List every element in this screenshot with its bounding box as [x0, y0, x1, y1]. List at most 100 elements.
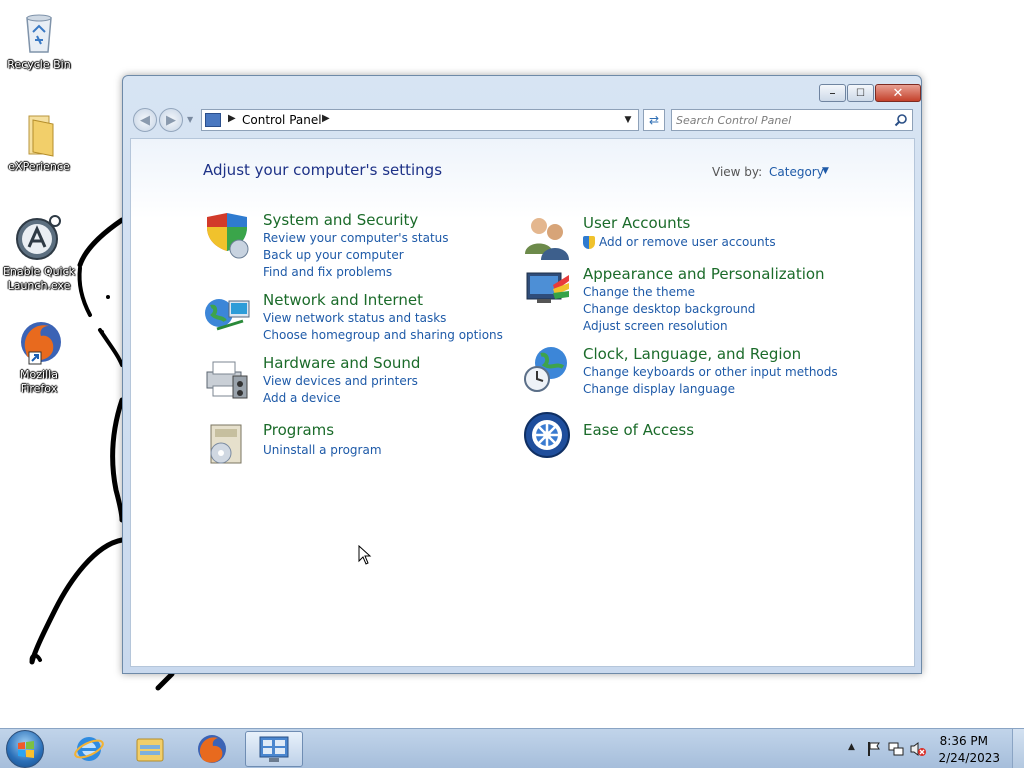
category-programs: Programs Uninstall a program: [203, 421, 503, 469]
desktop-icon-label: eXPerience: [8, 160, 70, 173]
back-arrow-icon: ◀: [140, 112, 150, 128]
window-caption-buttons: ⎯ ☐ ✕: [819, 84, 921, 102]
taskbar-control-panel[interactable]: [245, 731, 303, 767]
desktop-icon-mozilla-firefox[interactable]: Mozilla Firefox: [1, 318, 77, 396]
category-link[interactable]: Back up your computer: [263, 248, 404, 262]
windows-explorer-icon: [136, 738, 164, 762]
category-title[interactable]: Hardware and Sound: [263, 354, 420, 372]
desktop-icon-enable-quick-launch[interactable]: Enable Quick Launch.exe: [1, 215, 77, 293]
search-box[interactable]: [671, 109, 913, 131]
programs-icon[interactable]: [203, 421, 251, 469]
category-link[interactable]: Choose homegroup and sharing options: [263, 328, 503, 342]
category-link[interactable]: Change display language: [583, 382, 735, 396]
uac-shield-icon: [583, 236, 595, 249]
category-user-accounts: User Accounts Add or remove user account…: [523, 214, 843, 262]
breadcrumb-control-panel[interactable]: Control Panel: [242, 113, 322, 127]
volume-muted-icon[interactable]: [910, 741, 926, 757]
printer-icon[interactable]: [203, 354, 251, 402]
desktop-icon-label: Recycle Bin: [7, 58, 71, 71]
category-link[interactable]: Find and fix problems: [263, 265, 392, 279]
show-desktop-button[interactable]: [1012, 729, 1024, 768]
control-panel-icon: [259, 736, 289, 762]
category-system-and-security: System and Security Review your computer…: [203, 211, 503, 281]
appearance-icon[interactable]: [523, 265, 571, 313]
category-clock-language-and-region: Clock, Language, and Region Change keybo…: [523, 345, 843, 400]
close-icon: ✕: [892, 85, 904, 101]
view-by-label: View by:: [712, 165, 763, 179]
control-panel-icon: [205, 113, 221, 127]
shield-icon[interactable]: [203, 211, 251, 259]
control-panel-window: ⎯ ☐ ✕ ◀ ▶ ▼ ▶ Control Panel ▶ ▼ ⇄ Adjust…: [122, 75, 922, 674]
notification-area: ▲ 8:36 PM 2/24/2023: [834, 729, 1024, 768]
category-link[interactable]: Change the theme: [583, 285, 695, 299]
back-button[interactable]: ◀: [133, 108, 157, 132]
refresh-icon: ⇄: [648, 113, 660, 127]
desktop-icon-label: Mozilla Firefox: [20, 368, 58, 395]
category-link[interactable]: Add or remove user accounts: [599, 235, 776, 249]
taskbar: ▲ 8:36 PM 2/24/2023: [0, 728, 1024, 768]
taskbar-firefox[interactable]: [183, 731, 241, 767]
category-title[interactable]: Ease of Access: [583, 421, 694, 439]
maximize-icon: ☐: [856, 87, 865, 99]
category-title[interactable]: System and Security: [263, 211, 418, 229]
category-network-and-internet: Network and Internet View network status…: [203, 291, 503, 346]
category-title[interactable]: Programs: [263, 421, 334, 439]
content-pane: Adjust your computer's settings View by:…: [130, 138, 915, 667]
search-icon[interactable]: [894, 113, 908, 127]
category-link[interactable]: Review your computer's status: [263, 231, 449, 245]
category-link[interactable]: View network status and tasks: [263, 311, 446, 325]
category-title[interactable]: Network and Internet: [263, 291, 423, 309]
desktop-icon-label: Enable Quick Launch.exe: [2, 265, 76, 292]
view-by-dropdown[interactable]: Category: [769, 165, 824, 179]
maximize-button[interactable]: ☐: [847, 84, 874, 102]
category-link[interactable]: Change desktop background: [583, 302, 755, 316]
breadcrumb-separator-icon[interactable]: ▶: [228, 113, 236, 124]
taskbar-windows-explorer[interactable]: [121, 731, 179, 767]
start-button[interactable]: [6, 730, 44, 768]
minimize-button[interactable]: ⎯: [819, 84, 846, 102]
globe-clock-icon[interactable]: [523, 345, 571, 393]
minimize-icon: ⎯: [830, 87, 835, 99]
ease-of-access-icon[interactable]: [523, 411, 571, 459]
breadcrumb-separator-icon[interactable]: ▶: [322, 113, 330, 124]
category-title[interactable]: Clock, Language, and Region: [583, 345, 801, 363]
search-input[interactable]: [676, 112, 886, 128]
refresh-button[interactable]: ⇄: [643, 109, 665, 131]
category-appearance-and-personalization: Appearance and Personalization Change th…: [523, 265, 843, 335]
show-hidden-icons-icon[interactable]: ▲: [848, 742, 855, 752]
navigation-bar: ◀ ▶ ▼ ▶ Control Panel ▶ ▼ ⇄: [131, 106, 915, 134]
recent-pages-dropdown[interactable]: ▼: [187, 115, 193, 124]
chevron-down-icon[interactable]: ▼: [822, 166, 829, 176]
category-link[interactable]: Uninstall a program: [263, 443, 382, 457]
network-icon[interactable]: [203, 291, 251, 339]
taskbar-internet-explorer[interactable]: [60, 731, 118, 767]
category-link[interactable]: Add a device: [263, 391, 341, 405]
network-status-icon[interactable]: [888, 741, 904, 757]
category-link[interactable]: Adjust screen resolution: [583, 319, 728, 333]
windows-logo-icon: [18, 741, 34, 758]
category-link[interactable]: View devices and printers: [263, 374, 418, 388]
mouse-cursor-icon: [358, 545, 372, 565]
address-dropdown-icon[interactable]: ▼: [620, 111, 636, 129]
desktop-icon-experience[interactable]: eXPerience: [1, 110, 77, 174]
page-title: Adjust your computer's settings: [203, 161, 443, 179]
category-ease-of-access: Ease of Access: [523, 411, 843, 459]
forward-button[interactable]: ▶: [159, 108, 183, 132]
users-icon[interactable]: [523, 214, 571, 262]
folder-icon: [15, 110, 63, 158]
clock-date[interactable]: 2/24/2023: [938, 751, 1000, 765]
forward-arrow-icon: ▶: [166, 112, 176, 128]
close-button[interactable]: ✕: [875, 84, 921, 102]
category-title[interactable]: User Accounts: [583, 214, 690, 232]
address-bar[interactable]: ▶ Control Panel ▶ ▼: [201, 109, 639, 131]
app-icon: [15, 215, 63, 263]
firefox-icon: [15, 318, 63, 366]
recycle-bin-icon: [15, 8, 63, 56]
category-hardware-and-sound: Hardware and Sound View devices and prin…: [203, 354, 503, 409]
action-center-flag-icon[interactable]: [866, 741, 882, 757]
desktop-icon-recycle-bin[interactable]: Recycle Bin: [1, 8, 77, 72]
firefox-icon: [198, 735, 226, 763]
category-title[interactable]: Appearance and Personalization: [583, 265, 825, 283]
clock-time[interactable]: 8:36 PM: [940, 734, 988, 748]
category-link[interactable]: Change keyboards or other input methods: [583, 365, 838, 379]
